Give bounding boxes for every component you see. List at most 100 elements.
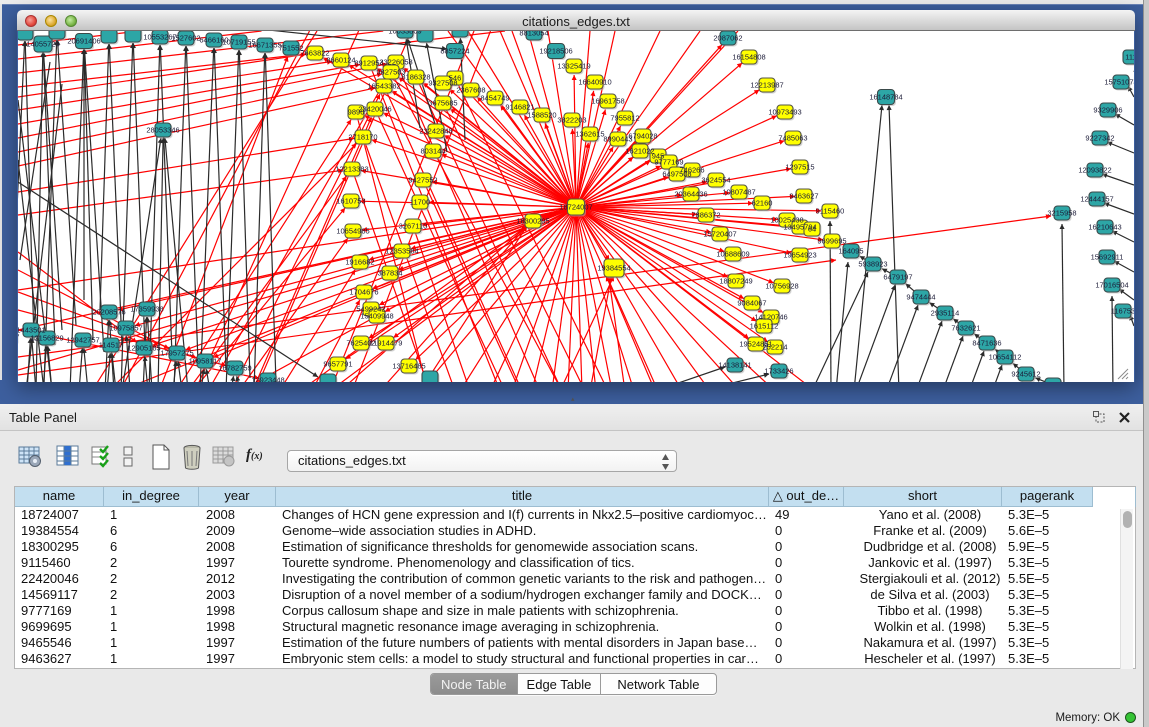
svg-text:23226058: 23226058 (379, 58, 412, 67)
svg-text:10654985: 10654985 (336, 227, 369, 236)
svg-text:6479197: 6479197 (883, 273, 912, 282)
svg-text:12444157: 12444157 (1080, 195, 1113, 204)
svg-text:17359938: 17359938 (130, 305, 163, 314)
svg-text:12156829: 12156829 (30, 334, 63, 343)
svg-text:1733426: 1733426 (764, 367, 793, 376)
svg-text:5938923: 5938923 (858, 260, 887, 269)
svg-text:13325419: 13325419 (557, 62, 590, 71)
svg-text:12213987: 12213987 (750, 81, 783, 90)
svg-text:9327508: 9327508 (428, 79, 457, 88)
svg-text:16210643: 16210643 (1088, 223, 1121, 232)
svg-text:62160: 62160 (752, 199, 773, 208)
svg-text:1610753: 1610753 (336, 197, 365, 206)
svg-text:14055724: 14055724 (26, 40, 59, 49)
svg-text:16782759: 16782759 (218, 364, 251, 373)
svg-text:9463627: 9463627 (789, 192, 818, 201)
svg-text:18807249: 18807249 (719, 277, 752, 286)
svg-text:10973493: 10973493 (768, 108, 801, 117)
svg-text:11700: 11700 (410, 198, 430, 207)
svg-text:164095: 164095 (838, 247, 863, 256)
svg-text:1621022: 1621022 (625, 147, 654, 156)
svg-text:16033809: 16033809 (388, 31, 421, 36)
svg-text:9657791: 9657791 (323, 360, 352, 369)
svg-text:9329906: 9329906 (1093, 106, 1122, 115)
svg-text:2718170: 2718170 (348, 133, 377, 142)
svg-text:12942757: 12942757 (66, 336, 99, 345)
svg-text:12093822: 12093822 (1078, 166, 1111, 175)
svg-text:2087062: 2087062 (713, 34, 742, 43)
svg-text:8454749: 8454749 (480, 94, 509, 103)
svg-text:16543382: 16543382 (367, 82, 400, 91)
svg-text:15720407: 15720407 (703, 230, 736, 239)
svg-text:1916682: 1916682 (345, 258, 374, 267)
svg-text:1297515: 1297515 (785, 163, 814, 172)
svg-text:11914479: 11914479 (370, 339, 403, 348)
svg-text:9084067: 9084067 (737, 299, 766, 308)
svg-text:16640910: 16640910 (578, 78, 611, 87)
svg-text:64: 64 (808, 225, 816, 234)
svg-text:116753: 116753 (1111, 307, 1134, 316)
svg-text:20691406: 20691406 (67, 37, 100, 46)
svg-text:20208576: 20208576 (92, 308, 125, 317)
svg-text:3215958: 3215958 (1047, 209, 1076, 218)
svg-text:19384554: 19384554 (597, 264, 630, 273)
svg-text:10688609: 10688609 (716, 250, 749, 259)
svg-text:15409948: 15409948 (360, 312, 393, 321)
svg-text:9699695: 9699695 (817, 237, 846, 246)
svg-text:9896: 9896 (348, 108, 365, 117)
svg-text:252214: 252214 (762, 343, 787, 352)
svg-text:7485063: 7485063 (778, 134, 807, 143)
svg-text:14138141: 14138141 (718, 361, 751, 370)
svg-text:10807487: 10807487 (722, 188, 755, 197)
svg-text:15692911: 15692911 (1091, 253, 1124, 262)
svg-text:12353584: 12353584 (385, 247, 418, 256)
svg-text:23242848: 23242848 (419, 127, 452, 136)
svg-text:16154808: 16154808 (732, 53, 765, 62)
svg-text:111: 111 (1125, 53, 1134, 62)
svg-text:8186328: 8186328 (401, 73, 430, 82)
svg-text:387834: 387834 (377, 269, 402, 278)
svg-text:10975857: 10975857 (109, 324, 142, 333)
svg-text:13716485: 13716485 (392, 362, 425, 371)
svg-text:8660124: 8660124 (326, 56, 355, 65)
svg-text:3624554: 3624554 (701, 176, 730, 185)
svg-text:16148784: 16148784 (869, 93, 902, 102)
svg-text:2935114: 2935114 (931, 309, 960, 318)
svg-text:114517: 114517 (99, 341, 123, 350)
svg-text:7955812: 7955812 (610, 114, 639, 123)
svg-text:18300295: 18300295 (516, 217, 549, 226)
svg-text:3675685: 3675685 (428, 99, 457, 108)
svg-text:19654923: 19654923 (783, 251, 816, 260)
svg-text:15751074: 15751074 (1104, 78, 1134, 87)
svg-text:7663822: 7663822 (300, 49, 329, 58)
svg-text:1704676: 1704676 (349, 288, 378, 297)
svg-text:10756928: 10756928 (765, 282, 798, 291)
svg-text:28053346: 28053346 (146, 126, 179, 135)
svg-text:9245612: 9245612 (1011, 370, 1040, 379)
svg-text:1588520: 1588520 (527, 111, 556, 120)
svg-text:7632621: 7632621 (951, 324, 980, 333)
svg-text:8813054: 8813054 (519, 31, 548, 38)
svg-text:7886372: 7886372 (691, 211, 720, 220)
svg-text:3822203: 3822203 (557, 116, 586, 125)
svg-text:18724007: 18724007 (559, 203, 592, 212)
svg-text:16671355: 16671355 (248, 41, 281, 50)
svg-text:8857224: 8857224 (440, 47, 469, 56)
svg-text:14120746: 14120746 (754, 313, 787, 322)
svg-text:9474444: 9474444 (906, 293, 935, 302)
svg-text:1362615: 1362615 (575, 130, 604, 139)
svg-text:3267110: 3267110 (399, 222, 428, 231)
svg-text:9427552: 9427552 (408, 176, 437, 185)
svg-text:6497508: 6497508 (662, 170, 691, 179)
svg-text:803144: 803144 (420, 147, 445, 156)
svg-text:9115460: 9115460 (816, 207, 845, 216)
svg-text:20364436: 20364436 (674, 190, 707, 199)
svg-text:1615112: 1615112 (750, 322, 779, 331)
svg-text:12213383: 12213383 (335, 165, 368, 174)
svg-text:8471636: 8471636 (972, 339, 1001, 348)
svg-text:10654112: 10654112 (989, 353, 1022, 362)
svg-text:6794028: 6794028 (628, 132, 657, 141)
svg-text:16961758: 16961758 (591, 97, 624, 106)
svg-text:1527602: 1527602 (171, 34, 200, 43)
svg-text:17016504: 17016504 (1095, 281, 1128, 290)
